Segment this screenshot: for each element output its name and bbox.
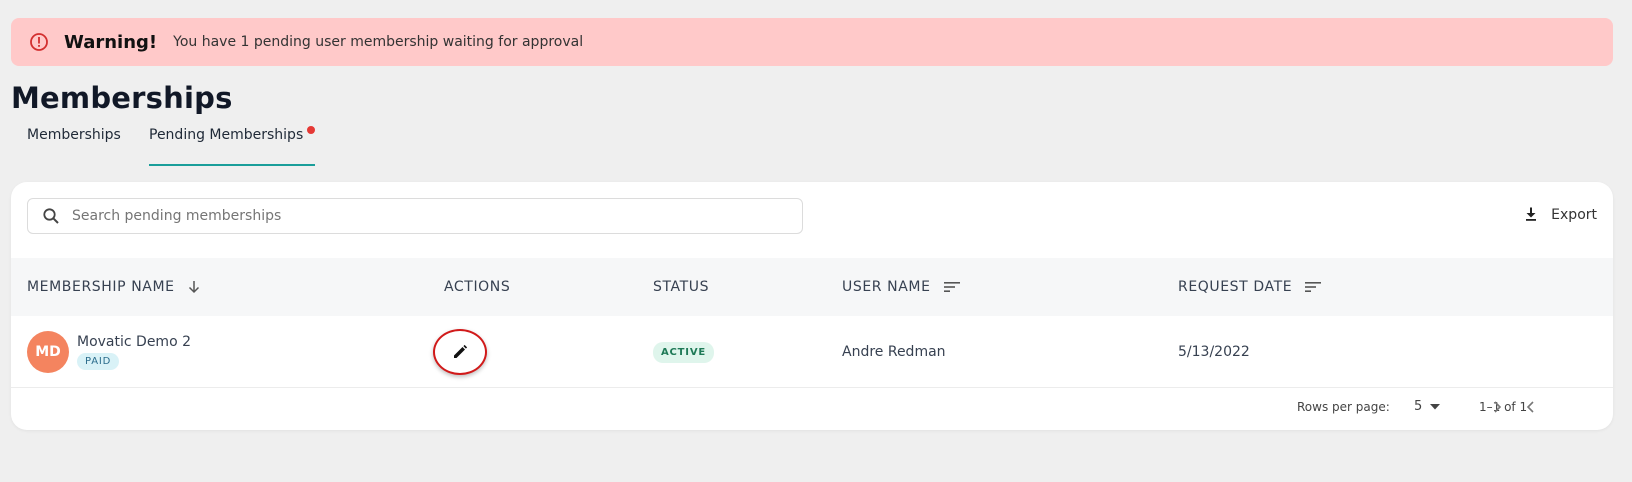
user-name-cell: Andre Redman [842, 316, 946, 388]
rows-per-page-select[interactable]: 5 [1414, 399, 1441, 414]
column-user-name[interactable]: USER NAME [842, 258, 961, 316]
table-row[interactable]: MD Movatic Demo 2 PAID ACTIVE Andre Redm… [11, 316, 1613, 388]
table-header: MEMBERSHIP NAME ACTIONS STATUS USER NAME [11, 258, 1613, 316]
alert-circle-icon [28, 31, 50, 53]
memberships-card: Export MEMBERSHIP NAME ACTIONS STATUS US… [11, 182, 1613, 430]
column-status: STATUS [653, 258, 709, 316]
avatar: MD [27, 331, 69, 373]
sort-lines-icon[interactable] [943, 280, 961, 294]
column-label: STATUS [653, 279, 710, 295]
column-label: MEMBERSHIP NAME [27, 279, 175, 295]
column-actions: ACTIONS [444, 258, 510, 316]
column-label: USER NAME [842, 279, 931, 295]
previous-page-icon[interactable] [1522, 398, 1540, 416]
request-date: 5/13/2022 [1178, 344, 1250, 360]
pencil-icon [454, 344, 468, 358]
user-name: Andre Redman [842, 344, 946, 360]
search-input[interactable] [72, 208, 772, 224]
tab-label: Pending Memberships [149, 127, 304, 143]
download-icon [1523, 206, 1541, 224]
actions-cell [433, 316, 487, 388]
paid-badge: PAID [77, 353, 120, 370]
rows-per-page-value: 5 [1414, 399, 1423, 414]
sort-lines-icon[interactable] [1304, 280, 1322, 294]
column-request-date[interactable]: REQUEST DATE [1178, 258, 1322, 316]
page-root: Warning! You have 1 pending user members… [0, 0, 1632, 482]
request-date-cell: 5/13/2022 [1178, 316, 1250, 388]
status-cell: ACTIVE [653, 316, 714, 388]
status-badge: ACTIVE [653, 341, 714, 363]
column-label: ACTIONS [444, 279, 511, 295]
arrow-down-icon[interactable] [187, 280, 201, 294]
export-label: Export [1551, 207, 1597, 223]
notification-dot [307, 126, 315, 134]
column-label: REQUEST DATE [1178, 279, 1293, 295]
membership-info: Movatic Demo 2 PAID [77, 334, 191, 370]
search-icon [42, 206, 62, 226]
membership-cell: MD Movatic Demo 2 PAID [27, 316, 191, 388]
warning-banner: Warning! You have 1 pending user members… [11, 18, 1613, 66]
search-box [27, 198, 803, 234]
export-button[interactable]: Export [1523, 206, 1597, 224]
tab-pending-memberships[interactable]: Pending Memberships [149, 126, 315, 166]
tab-label: Memberships [27, 127, 121, 143]
membership-name: Movatic Demo 2 [77, 334, 191, 350]
warning-message: You have 1 pending user membership waiti… [173, 34, 584, 50]
pagination: Rows per page: 5 1–1 of 1 [11, 388, 1613, 426]
tab-memberships[interactable]: Memberships [27, 127, 121, 159]
caret-down-icon [1430, 403, 1441, 409]
page-title: Memberships [11, 81, 233, 115]
warning-title: Warning! [64, 31, 158, 53]
edit-button[interactable] [433, 329, 487, 375]
column-membership-name[interactable]: MEMBERSHIP NAME [27, 258, 201, 316]
next-page-icon[interactable] [1488, 398, 1506, 416]
rows-per-page-label: Rows per page: [1297, 400, 1390, 414]
